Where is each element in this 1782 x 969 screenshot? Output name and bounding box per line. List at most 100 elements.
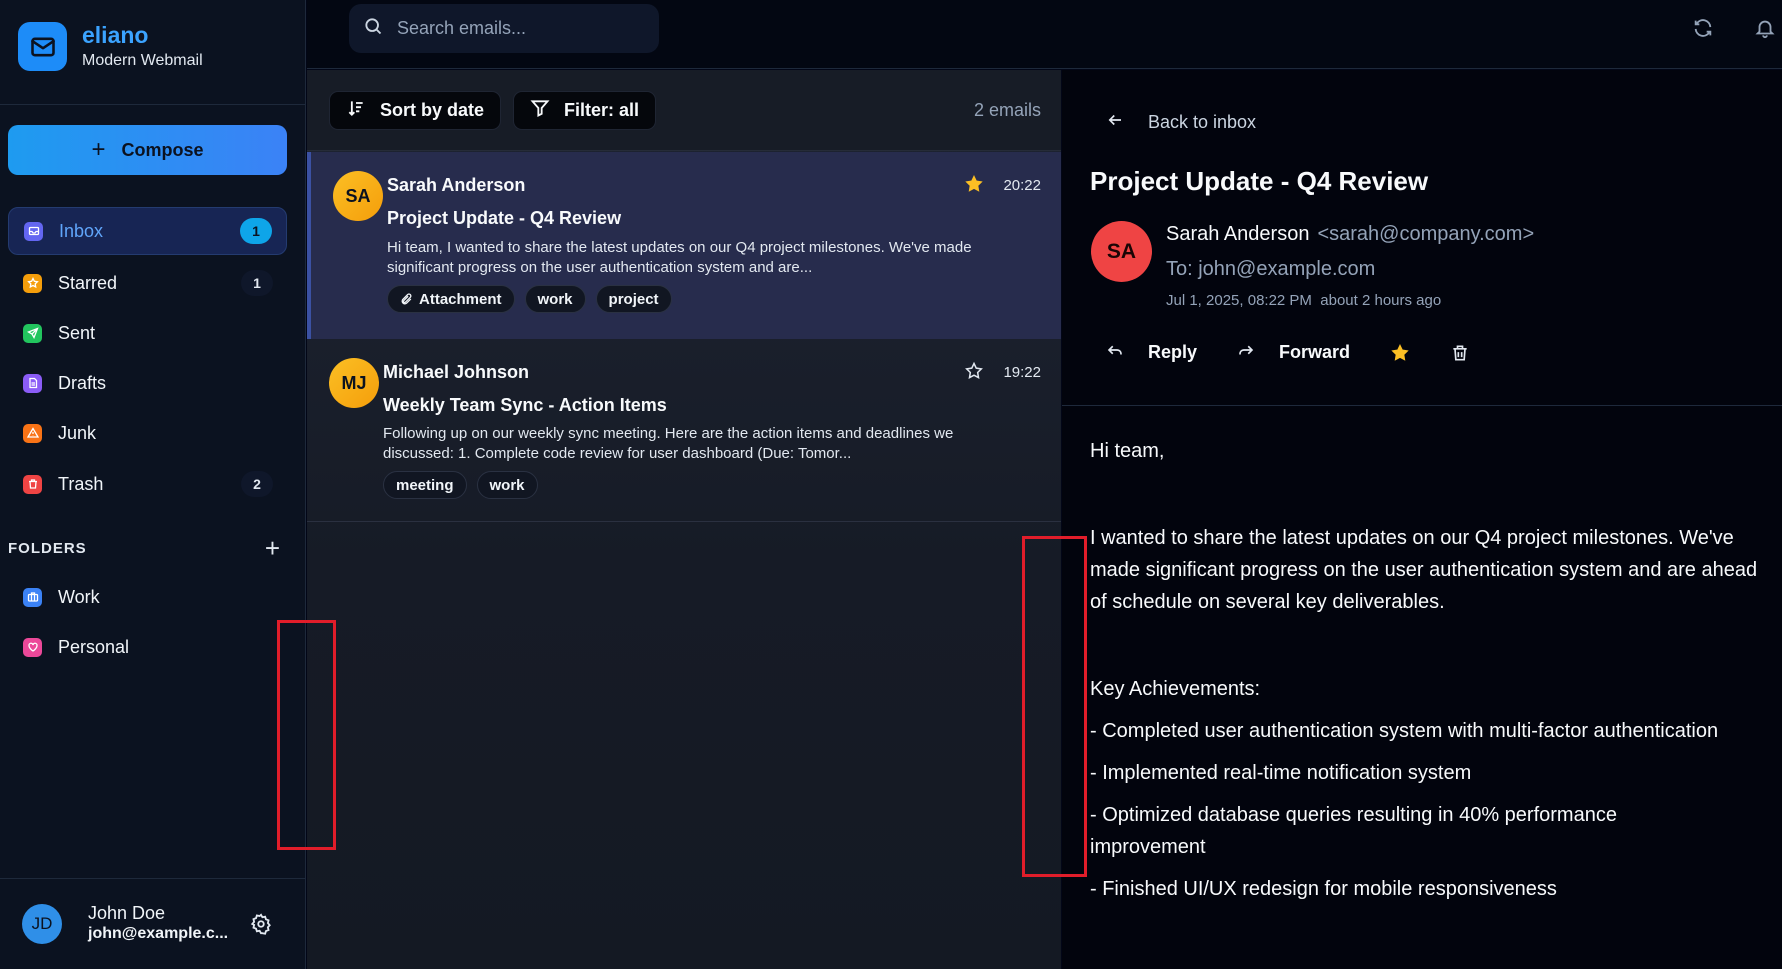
sidebar-item-label: Inbox	[59, 220, 104, 241]
warning-icon	[23, 423, 42, 443]
folders-header: FOLDERS +	[8, 535, 280, 561]
email-list-item[interactable]: MJ Michael Johnson 19:22 Weekly Team Syn…	[307, 340, 1061, 525]
star-filled-icon[interactable]	[964, 174, 984, 199]
forward-label: Forward	[1279, 342, 1351, 362]
sidebar-item-personal[interactable]: Personal	[8, 623, 287, 671]
reader-actions: Reply Forward	[1106, 341, 1510, 364]
folders-title: FOLDERS	[8, 539, 87, 557]
user-name: John Doe	[88, 903, 166, 923]
filter-button[interactable]: Filter: all	[513, 91, 657, 130]
trash-icon[interactable]	[1450, 343, 1470, 363]
avatar: MJ	[329, 358, 379, 408]
email-preview: Following up on our weekly sync meeting.…	[383, 425, 954, 462]
sidebar-item-junk[interactable]: Junk	[8, 409, 287, 457]
email-list-item[interactable]: SA Sarah Anderson 20:22 Project Update -…	[307, 152, 1061, 339]
date-absolute: Jul 1, 2025, 08:22 PM	[1166, 292, 1312, 309]
star-outline-icon[interactable]	[964, 361, 984, 386]
mail-icon	[18, 22, 67, 71]
count-badge: 1	[241, 270, 273, 296]
back-to-inbox-link[interactable]: Back to inbox	[1106, 111, 1256, 134]
email-subject: Weekly Team Sync - Action Items	[383, 395, 667, 415]
sidebar-item-sent[interactable]: Sent	[8, 309, 287, 357]
tag: work	[524, 285, 586, 313]
email-preview: Hi team, I wanted to share the latest up…	[387, 239, 972, 276]
divider	[1062, 405, 1782, 406]
bell-icon[interactable]	[1754, 17, 1776, 44]
tag: meeting	[383, 471, 467, 499]
forward-button[interactable]: Forward	[1237, 341, 1350, 364]
email-body-heading: Key Achievements:	[1090, 678, 1261, 700]
reply-label: Reply	[1148, 342, 1198, 362]
tag: work	[476, 471, 538, 499]
sidebar-item-starred[interactable]: Starred 1	[8, 259, 287, 307]
email-sender: Sarah Anderson	[387, 175, 526, 195]
divider	[0, 104, 306, 105]
email-reader: Back to inbox Project Update - Q4 Review…	[1062, 70, 1782, 969]
search-box[interactable]	[349, 4, 659, 53]
sidebar-item-trash[interactable]: Trash 2	[8, 460, 287, 508]
count-badge: 2	[241, 471, 273, 497]
filter-icon	[530, 98, 550, 123]
sender-name: Sarah Anderson	[1166, 223, 1310, 245]
email-time: 20:22	[1003, 177, 1041, 194]
divider	[0, 878, 306, 879]
annotation-box	[1022, 536, 1087, 877]
email-body-list-item: - Implemented real-time notification sys…	[1090, 762, 1472, 784]
email-sender: Sarah Anderson <sarah@company.com>	[1166, 223, 1534, 246]
star-filled-icon[interactable]	[1390, 343, 1410, 363]
tag-list: meeting work	[383, 471, 538, 499]
tag-label: Attachment	[419, 290, 502, 308]
briefcase-icon	[23, 587, 42, 607]
search-input[interactable]	[397, 18, 637, 39]
email-body-paragraph: I wanted to share the latest updates on …	[1090, 527, 1758, 613]
star-icon	[23, 273, 42, 293]
sort-label: Sort by date	[380, 100, 485, 120]
email-title: Project Update - Q4 Review	[1090, 166, 1429, 196]
avatar: JD	[22, 903, 62, 944]
inbox-icon	[24, 221, 43, 241]
user-profile[interactable]: JD John Doe john@example.c...	[22, 903, 228, 944]
refresh-icon[interactable]	[1692, 17, 1714, 44]
email-body-list-item: - Completed user authentication system w…	[1090, 720, 1719, 742]
email-count: 2 emails	[973, 100, 1041, 120]
avatar: SA	[1091, 221, 1152, 282]
trash-icon	[23, 474, 42, 494]
email-recipient: To: john@example.com	[1166, 258, 1376, 280]
email-subject: Project Update - Q4 Review	[387, 208, 622, 228]
compose-label: Compose	[121, 139, 204, 160]
reply-icon	[1106, 341, 1124, 364]
sender-address: <sarah@company.com>	[1317, 223, 1535, 245]
filter-label: Filter: all	[564, 100, 640, 120]
sidebar-item-label: Drafts	[58, 372, 107, 393]
tag-list: Attachment work project	[387, 285, 672, 313]
email-body-greeting: Hi team,	[1090, 440, 1165, 462]
sidebar-item-work[interactable]: Work	[8, 573, 287, 621]
reply-button[interactable]: Reply	[1106, 341, 1197, 364]
email-sender: Michael Johnson	[383, 362, 530, 382]
sort-button[interactable]: Sort by date	[329, 91, 502, 130]
sidebar-item-label: Junk	[58, 422, 97, 443]
attachment-tag: Attachment	[387, 285, 515, 313]
gear-icon[interactable]	[250, 913, 272, 940]
brand[interactable]: eliano Modern Webmail	[18, 22, 203, 71]
sidebar-item-label: Starred	[58, 272, 118, 293]
brand-name: eliano	[82, 22, 149, 48]
arrow-left-icon	[1106, 111, 1124, 134]
email-date: Jul 1, 2025, 08:22 PM about 2 hours ago	[1166, 292, 1441, 309]
send-icon	[23, 323, 42, 343]
paperclip-icon	[401, 292, 412, 304]
plus-icon: +	[91, 136, 106, 163]
forward-icon	[1237, 341, 1255, 364]
sidebar-item-drafts[interactable]: Drafts	[8, 359, 287, 407]
add-folder-icon[interactable]: +	[265, 535, 280, 561]
annotation-box	[277, 620, 336, 850]
divider	[307, 521, 1061, 522]
email-time: 19:22	[1003, 364, 1041, 381]
back-label: Back to inbox	[1148, 112, 1257, 132]
email-list-pane: Sort by date Filter: all 2 emails SA Sar…	[307, 70, 1061, 969]
sidebar: eliano Modern Webmail + Compose Inbox 1 …	[0, 0, 306, 969]
compose-button[interactable]: + Compose	[8, 125, 287, 175]
sidebar-item-inbox[interactable]: Inbox 1	[8, 207, 287, 255]
list-toolbar: Sort by date Filter: all 2 emails	[307, 70, 1061, 151]
top-bar	[307, 0, 1782, 69]
